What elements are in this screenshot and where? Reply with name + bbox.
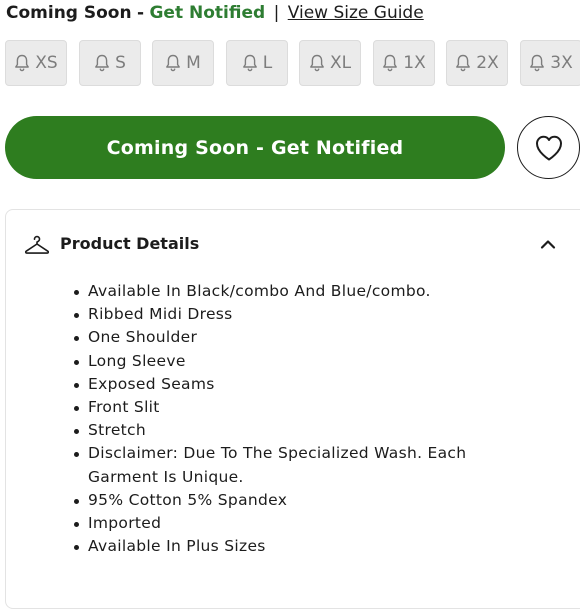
list-item: Front Slit [74,396,488,419]
favorite-button[interactable] [517,116,580,179]
bell-icon [95,54,109,72]
heart-icon [535,135,562,160]
product-details-title: Product Details [60,234,200,253]
dash-separator: - [137,3,145,23]
list-item: Imported [74,512,488,535]
size-label: 1X [403,53,426,73]
size-button-m[interactable]: M [152,40,214,86]
list-item: Long Sleeve [74,350,488,373]
size-guide-link[interactable]: View Size Guide [288,3,424,23]
size-label: S [115,53,126,73]
list-item: Exposed Seams [74,373,488,396]
list-item: 95% Cotton 5% Spandex [74,489,488,512]
pipe-separator: | [273,3,280,23]
product-details-list: Available In Black/combo And Blue/combo.… [74,280,488,558]
list-item: Available In Black/combo And Blue/combo. [74,280,488,303]
size-button-xs[interactable]: XS [5,40,67,86]
size-label: 2X [476,53,499,73]
bell-icon [310,54,324,72]
size-button-l[interactable]: L [226,40,288,86]
bell-icon [166,54,181,72]
notify-button-label: Coming Soon - Get Notified [106,136,404,159]
bell-icon [242,54,257,72]
size-button-xl[interactable]: XL [299,40,361,86]
coming-soon-notify-button[interactable]: Coming Soon - Get Notified [5,116,505,179]
size-button-3x[interactable]: 3X [520,40,580,86]
chevron-up-icon[interactable] [540,238,556,250]
list-item: One Shoulder [74,326,488,349]
get-notified-link[interactable]: Get Notified [149,3,265,23]
bell-icon [456,54,471,72]
size-label: L [262,53,273,73]
bell-icon [383,54,398,72]
hanger-icon [24,235,50,254]
size-label: 3X [550,53,573,73]
coming-soon-label: Coming Soon [6,3,132,23]
list-item: Stretch [74,419,488,442]
size-label: M [186,53,201,73]
product-details-header[interactable]: Product Details [6,210,580,280]
bell-icon [530,54,545,72]
size-label: XL [329,53,352,73]
size-label: XS [35,53,58,73]
size-button-s[interactable]: S [79,40,141,86]
list-item: Disclaimer: Due To The Specialized Wash.… [74,442,488,488]
product-details-panel: Product Details Available In Black/combo… [5,209,580,609]
size-button-2x[interactable]: 2X [446,40,508,86]
list-item: Available In Plus Sizes [74,535,488,558]
availability-line: Coming Soon - Get Notified | View Size G… [6,1,424,25]
bell-icon [15,54,30,72]
list-item: Ribbed Midi Dress [74,303,488,326]
size-button-1x[interactable]: 1X [373,40,435,86]
